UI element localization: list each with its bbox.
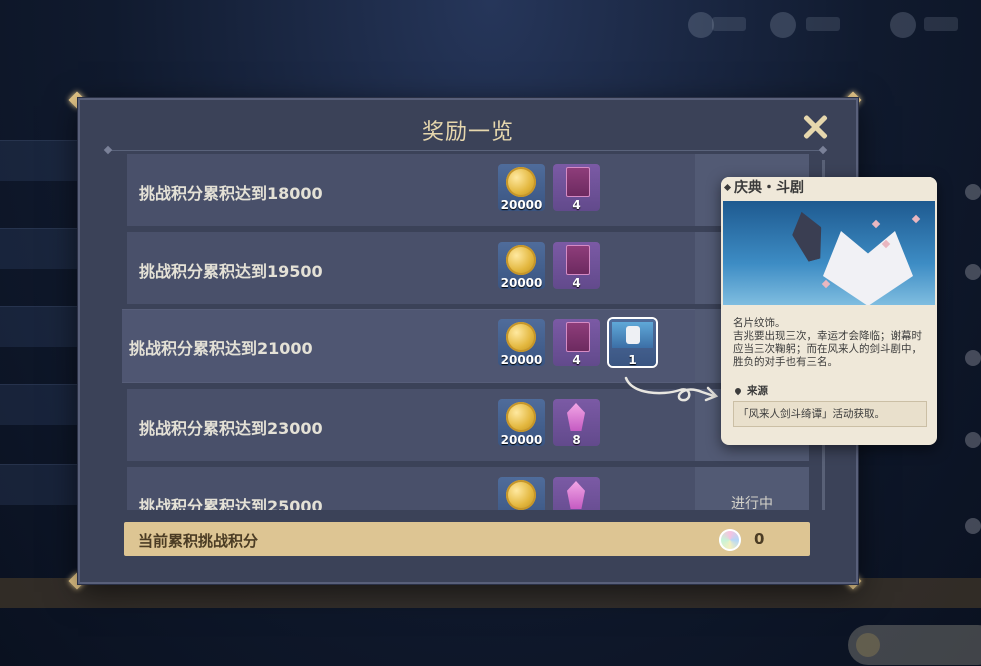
tooltip-item-type: 名片纹饰。 [733,317,786,329]
crystal-icon[interactable] [553,477,600,510]
score-orb-icon [719,529,741,551]
talent-book-icon[interactable]: 4 [553,164,600,211]
dialog-title: 奖励一览 [421,120,514,145]
tooltip-description: 名片纹饰。 吉兆要出现三次，幸运才会降临；谢幕时应当三次鞠躬；而在风来人的剑斗剧… [733,317,929,369]
item-count: 20000 [500,433,543,446]
arrow-icon [624,376,719,402]
current-score-bar: 当前累积挑战积分 0 [124,522,810,556]
item-count: 20000 [500,198,543,211]
background-button [848,625,981,665]
namecard-artwork [723,201,935,305]
background-icon [890,12,916,38]
reward-row[interactable]: 挑战积分累积达到25000 进行中 [127,467,809,510]
reward-list[interactable]: 挑战积分累积达到18000 20000 4 挑战积分累积达到19500 2000… [122,154,812,510]
reward-threshold-label: 挑战积分累积达到25000 [139,497,323,510]
item-count: 1 [628,353,637,366]
item-count: 4 [572,276,581,289]
item-count: 20000 [500,276,543,289]
title-divider [103,145,828,155]
item-count: 8 [572,433,581,446]
background-label [806,17,840,31]
reward-threshold-label: 挑战积分累积达到19500 [139,262,323,281]
current-score-label: 当前累积挑战积分 [138,532,259,550]
background-icon [965,264,981,280]
mora-coin-icon[interactable]: 20000 [498,399,545,446]
background-icon [965,518,981,534]
item-count: 4 [572,353,581,366]
source-label: 来源 [747,385,768,397]
reward-threshold-label: 挑战积分累积达到18000 [139,184,323,203]
background-label [712,17,746,31]
location-pin-icon [733,386,743,396]
source-detail: 「风来人剑斗绮谭」活动获取。 [733,401,927,427]
namecard-icon[interactable]: 1 [609,319,656,366]
mora-coin-icon[interactable]: 20000 [498,164,545,211]
background-icon [965,432,981,448]
reward-status: 进行中 [695,467,809,510]
reward-threshold-label: 挑战积分累积达到23000 [139,419,323,438]
crystal-icon[interactable]: 8 [553,399,600,446]
background-icon [770,12,796,38]
reward-threshold-label: 挑战积分累积达到21000 [129,339,313,358]
background-label [924,17,958,31]
tooltip-title: 庆典・斗剧 [721,177,937,199]
item-count: 20000 [500,353,543,366]
tooltip-flavor-text: 吉兆要出现三次，幸运才会降临；谢幕时应当三次鞠躬；而在风来人的剑斗剧中，胜负的对… [733,330,922,368]
background-icon [688,12,714,38]
close-icon[interactable] [802,114,828,140]
mora-coin-icon[interactable] [498,477,545,510]
background-icon [965,184,981,200]
background-icon [965,350,981,366]
reward-row[interactable]: 挑战积分累积达到19500 20000 4 [127,232,809,304]
tooltip-source: 来源 [733,383,768,398]
current-score-value: 0 [754,530,765,548]
item-detail-tooltip: 庆典・斗剧 名片纹饰。 吉兆要出现三次，幸运才会降临；谢幕时应当三次鞠躬；而在风… [721,177,937,445]
talent-book-icon[interactable]: 4 [553,319,600,366]
talent-book-icon[interactable]: 4 [553,242,600,289]
reward-row[interactable]: 挑战积分累积达到18000 20000 4 [127,154,809,226]
mora-coin-icon[interactable]: 20000 [498,319,545,366]
item-count: 4 [572,198,581,211]
mora-coin-icon[interactable]: 20000 [498,242,545,289]
